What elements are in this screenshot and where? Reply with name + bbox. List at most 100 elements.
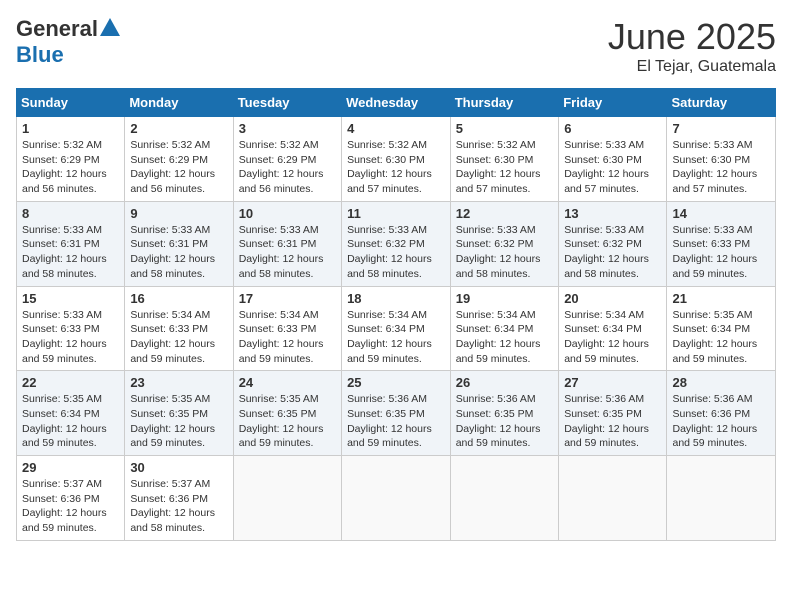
weekday-header: Sunday xyxy=(17,89,125,117)
location: El Tejar, Guatemala xyxy=(608,58,776,76)
day-info: Sunrise: 5:36 AM Sunset: 6:35 PM Dayligh… xyxy=(456,392,553,451)
day-number: 2 xyxy=(130,121,227,136)
day-number: 8 xyxy=(22,206,119,221)
day-number: 26 xyxy=(456,375,553,390)
calendar-cell: 5 Sunrise: 5:32 AM Sunset: 6:30 PM Dayli… xyxy=(450,117,558,202)
calendar-cell: 28 Sunrise: 5:36 AM Sunset: 6:36 PM Dayl… xyxy=(667,371,776,456)
day-info: Sunrise: 5:33 AM Sunset: 6:30 PM Dayligh… xyxy=(564,138,661,197)
day-number: 16 xyxy=(130,291,227,306)
weekday-header: Friday xyxy=(559,89,667,117)
calendar-week-row: 15 Sunrise: 5:33 AM Sunset: 6:33 PM Dayl… xyxy=(17,286,776,371)
day-info: Sunrise: 5:33 AM Sunset: 6:33 PM Dayligh… xyxy=(672,223,770,282)
calendar-cell xyxy=(559,456,667,541)
page-header: General Blue June 2025 El Tejar, Guatema… xyxy=(16,16,776,76)
calendar-cell: 17 Sunrise: 5:34 AM Sunset: 6:33 PM Dayl… xyxy=(233,286,341,371)
calendar-cell: 19 Sunrise: 5:34 AM Sunset: 6:34 PM Dayl… xyxy=(450,286,558,371)
logo-icon xyxy=(100,18,120,36)
calendar-cell: 22 Sunrise: 5:35 AM Sunset: 6:34 PM Dayl… xyxy=(17,371,125,456)
calendar-week-row: 1 Sunrise: 5:32 AM Sunset: 6:29 PM Dayli… xyxy=(17,117,776,202)
weekday-header: Saturday xyxy=(667,89,776,117)
day-info: Sunrise: 5:34 AM Sunset: 6:33 PM Dayligh… xyxy=(130,308,227,367)
day-number: 21 xyxy=(672,291,770,306)
calendar-cell: 9 Sunrise: 5:33 AM Sunset: 6:31 PM Dayli… xyxy=(125,201,233,286)
day-number: 10 xyxy=(239,206,336,221)
day-number: 29 xyxy=(22,460,119,475)
calendar-cell xyxy=(233,456,341,541)
day-number: 30 xyxy=(130,460,227,475)
day-number: 9 xyxy=(130,206,227,221)
weekday-header: Tuesday xyxy=(233,89,341,117)
day-number: 23 xyxy=(130,375,227,390)
day-info: Sunrise: 5:34 AM Sunset: 6:34 PM Dayligh… xyxy=(564,308,661,367)
day-info: Sunrise: 5:37 AM Sunset: 6:36 PM Dayligh… xyxy=(130,477,227,536)
calendar-cell xyxy=(342,456,451,541)
calendar-cell: 26 Sunrise: 5:36 AM Sunset: 6:35 PM Dayl… xyxy=(450,371,558,456)
day-info: Sunrise: 5:34 AM Sunset: 6:34 PM Dayligh… xyxy=(347,308,445,367)
weekday-header: Monday xyxy=(125,89,233,117)
calendar-cell: 4 Sunrise: 5:32 AM Sunset: 6:30 PM Dayli… xyxy=(342,117,451,202)
day-info: Sunrise: 5:32 AM Sunset: 6:29 PM Dayligh… xyxy=(130,138,227,197)
calendar-week-row: 8 Sunrise: 5:33 AM Sunset: 6:31 PM Dayli… xyxy=(17,201,776,286)
day-info: Sunrise: 5:32 AM Sunset: 6:29 PM Dayligh… xyxy=(239,138,336,197)
day-number: 20 xyxy=(564,291,661,306)
calendar-cell: 14 Sunrise: 5:33 AM Sunset: 6:33 PM Dayl… xyxy=(667,201,776,286)
day-number: 7 xyxy=(672,121,770,136)
calendar-cell: 3 Sunrise: 5:32 AM Sunset: 6:29 PM Dayli… xyxy=(233,117,341,202)
calendar-cell xyxy=(450,456,558,541)
day-info: Sunrise: 5:35 AM Sunset: 6:35 PM Dayligh… xyxy=(239,392,336,451)
day-info: Sunrise: 5:36 AM Sunset: 6:35 PM Dayligh… xyxy=(564,392,661,451)
calendar-cell: 27 Sunrise: 5:36 AM Sunset: 6:35 PM Dayl… xyxy=(559,371,667,456)
calendar-cell: 30 Sunrise: 5:37 AM Sunset: 6:36 PM Dayl… xyxy=(125,456,233,541)
calendar-table: SundayMondayTuesdayWednesdayThursdayFrid… xyxy=(16,88,776,541)
day-info: Sunrise: 5:33 AM Sunset: 6:31 PM Dayligh… xyxy=(130,223,227,282)
day-number: 22 xyxy=(22,375,119,390)
calendar-cell: 18 Sunrise: 5:34 AM Sunset: 6:34 PM Dayl… xyxy=(342,286,451,371)
day-number: 11 xyxy=(347,206,445,221)
day-number: 12 xyxy=(456,206,553,221)
calendar-week-row: 22 Sunrise: 5:35 AM Sunset: 6:34 PM Dayl… xyxy=(17,371,776,456)
day-info: Sunrise: 5:35 AM Sunset: 6:34 PM Dayligh… xyxy=(22,392,119,451)
calendar-cell: 25 Sunrise: 5:36 AM Sunset: 6:35 PM Dayl… xyxy=(342,371,451,456)
calendar-cell: 2 Sunrise: 5:32 AM Sunset: 6:29 PM Dayli… xyxy=(125,117,233,202)
calendar-cell: 23 Sunrise: 5:35 AM Sunset: 6:35 PM Dayl… xyxy=(125,371,233,456)
day-info: Sunrise: 5:34 AM Sunset: 6:33 PM Dayligh… xyxy=(239,308,336,367)
calendar-cell: 20 Sunrise: 5:34 AM Sunset: 6:34 PM Dayl… xyxy=(559,286,667,371)
month-title: June 2025 xyxy=(608,16,776,58)
calendar-cell: 11 Sunrise: 5:33 AM Sunset: 6:32 PM Dayl… xyxy=(342,201,451,286)
calendar-week-row: 29 Sunrise: 5:37 AM Sunset: 6:36 PM Dayl… xyxy=(17,456,776,541)
day-info: Sunrise: 5:35 AM Sunset: 6:35 PM Dayligh… xyxy=(130,392,227,451)
day-info: Sunrise: 5:33 AM Sunset: 6:32 PM Dayligh… xyxy=(564,223,661,282)
day-info: Sunrise: 5:33 AM Sunset: 6:33 PM Dayligh… xyxy=(22,308,119,367)
day-info: Sunrise: 5:33 AM Sunset: 6:32 PM Dayligh… xyxy=(456,223,553,282)
day-number: 13 xyxy=(564,206,661,221)
day-info: Sunrise: 5:36 AM Sunset: 6:35 PM Dayligh… xyxy=(347,392,445,451)
weekday-header-row: SundayMondayTuesdayWednesdayThursdayFrid… xyxy=(17,89,776,117)
day-info: Sunrise: 5:35 AM Sunset: 6:34 PM Dayligh… xyxy=(672,308,770,367)
day-number: 5 xyxy=(456,121,553,136)
day-info: Sunrise: 5:32 AM Sunset: 6:29 PM Dayligh… xyxy=(22,138,119,197)
calendar-cell: 15 Sunrise: 5:33 AM Sunset: 6:33 PM Dayl… xyxy=(17,286,125,371)
calendar-cell: 24 Sunrise: 5:35 AM Sunset: 6:35 PM Dayl… xyxy=(233,371,341,456)
calendar-cell xyxy=(667,456,776,541)
day-number: 4 xyxy=(347,121,445,136)
day-number: 27 xyxy=(564,375,661,390)
day-number: 17 xyxy=(239,291,336,306)
day-number: 19 xyxy=(456,291,553,306)
calendar-cell: 16 Sunrise: 5:34 AM Sunset: 6:33 PM Dayl… xyxy=(125,286,233,371)
day-info: Sunrise: 5:37 AM Sunset: 6:36 PM Dayligh… xyxy=(22,477,119,536)
title-block: June 2025 El Tejar, Guatemala xyxy=(608,16,776,76)
day-info: Sunrise: 5:32 AM Sunset: 6:30 PM Dayligh… xyxy=(347,138,445,197)
logo: General Blue xyxy=(16,16,120,68)
day-number: 3 xyxy=(239,121,336,136)
calendar-cell: 29 Sunrise: 5:37 AM Sunset: 6:36 PM Dayl… xyxy=(17,456,125,541)
day-number: 24 xyxy=(239,375,336,390)
calendar-cell: 7 Sunrise: 5:33 AM Sunset: 6:30 PM Dayli… xyxy=(667,117,776,202)
weekday-header: Wednesday xyxy=(342,89,451,117)
calendar-cell: 13 Sunrise: 5:33 AM Sunset: 6:32 PM Dayl… xyxy=(559,201,667,286)
day-info: Sunrise: 5:34 AM Sunset: 6:34 PM Dayligh… xyxy=(456,308,553,367)
day-number: 18 xyxy=(347,291,445,306)
day-number: 15 xyxy=(22,291,119,306)
calendar-cell: 6 Sunrise: 5:33 AM Sunset: 6:30 PM Dayli… xyxy=(559,117,667,202)
day-info: Sunrise: 5:33 AM Sunset: 6:32 PM Dayligh… xyxy=(347,223,445,282)
calendar-cell: 10 Sunrise: 5:33 AM Sunset: 6:31 PM Dayl… xyxy=(233,201,341,286)
